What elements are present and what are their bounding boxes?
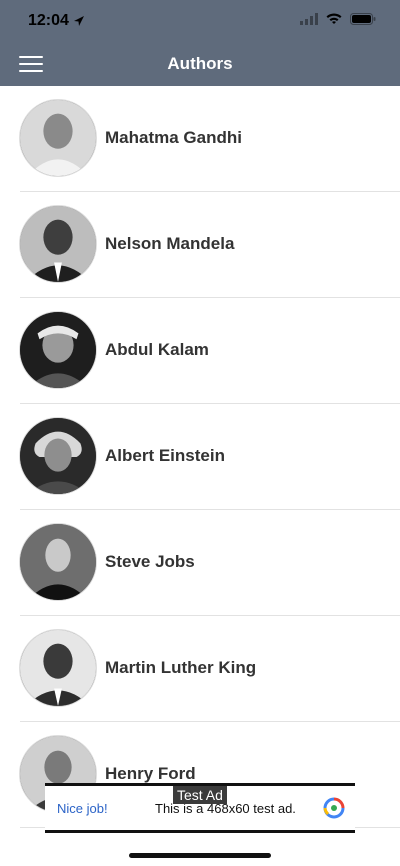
wifi-icon	[326, 13, 342, 24]
portrait-image	[20, 312, 96, 388]
author-row[interactable]: Nelson Mandela	[0, 192, 400, 298]
status-time: 12:04	[28, 12, 69, 29]
test-ad-badge: Test Ad	[173, 786, 227, 804]
author-avatar	[19, 417, 97, 495]
author-avatar	[19, 311, 97, 389]
author-row[interactable]: Mahatma Gandhi	[0, 86, 400, 192]
author-name: Abdul Kalam	[105, 340, 209, 359]
portrait-image	[20, 418, 96, 494]
author-name: Steve Jobs	[105, 552, 195, 571]
ad-nice-job-link[interactable]: Nice job!	[57, 801, 108, 816]
author-name: Henry Ford	[105, 764, 196, 783]
status-bar: 12:04	[0, 0, 400, 44]
author-avatar	[19, 205, 97, 283]
status-icons	[300, 13, 376, 25]
portrait-image	[20, 206, 96, 282]
author-avatar	[19, 523, 97, 601]
author-row[interactable]: Martin Luther King	[0, 616, 400, 722]
portrait-image	[20, 630, 96, 706]
author-row[interactable]: Steve Jobs	[0, 510, 400, 616]
author-row[interactable]: Abdul Kalam	[0, 298, 400, 404]
author-name: Albert Einstein	[105, 446, 225, 465]
author-name: Mahatma Gandhi	[105, 128, 242, 147]
battery-icon	[350, 13, 376, 25]
signal-icon	[300, 13, 318, 25]
author-name: Nelson Mandela	[105, 234, 235, 253]
author-row[interactable]: Albert Einstein	[0, 404, 400, 510]
portrait-image	[20, 524, 96, 600]
page-title: Authors	[167, 54, 233, 73]
author-name: Martin Luther King	[105, 658, 257, 677]
adchoices-logo-icon[interactable]	[323, 797, 345, 819]
location-arrow-icon	[74, 16, 84, 26]
portrait-image	[20, 100, 96, 176]
home-indicator[interactable]	[129, 853, 271, 858]
author-avatar	[19, 99, 97, 177]
authors-list: Mahatma Gandhi Nelson Mandela Abdul Kala…	[0, 86, 400, 828]
nav-header: 12:04 Authors	[0, 0, 400, 86]
author-avatar	[19, 629, 97, 707]
